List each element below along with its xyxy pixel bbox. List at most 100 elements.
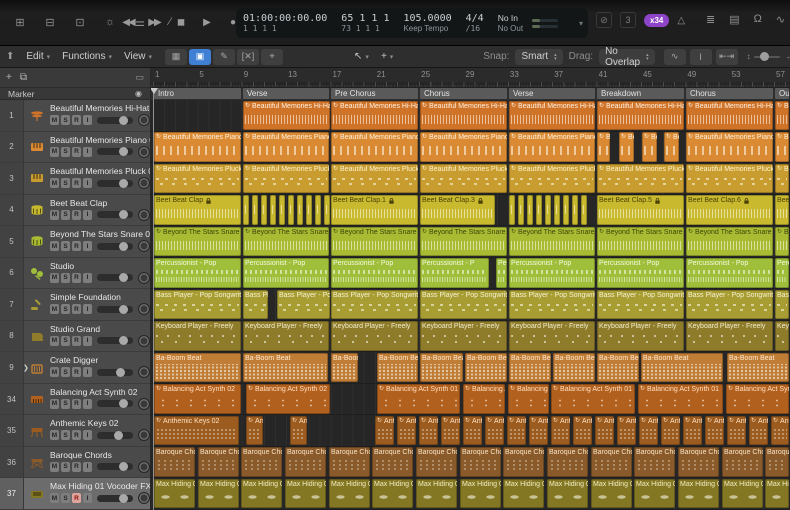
region[interactable]: Baroque Chords <box>460 447 501 477</box>
pan-knob[interactable] <box>138 335 150 347</box>
volume-slider[interactable] <box>97 243 133 250</box>
region[interactable]: Baroque Chords <box>678 447 719 477</box>
track-lane-5[interactable]: ↻Beyond The Stars Snare 01∞↻Beyond The S… <box>151 226 790 258</box>
region[interactable]: ↻Be <box>619 132 634 162</box>
region[interactable]: ↻Anthemic Keys <box>507 416 526 446</box>
record-enable-button[interactable]: R <box>72 430 81 440</box>
region[interactable]: Ba-Boom Beat <box>331 353 358 383</box>
region[interactable]: Bass Player - Pop Songwriter <box>509 290 595 320</box>
region[interactable]: Baroque Chords <box>329 447 370 477</box>
count-in-button[interactable]: 3 <box>620 12 636 28</box>
region[interactable]: Beet Beat Clap.5 <box>597 195 684 225</box>
toggle-inspector-icon[interactable]: ⊟ <box>40 12 60 32</box>
track-header-37[interactable]: 37Max Hiding 01 Vocoder FXMSRI <box>0 478 150 510</box>
region[interactable] <box>563 195 569 225</box>
region[interactable]: Beet Beat Clap.3 <box>420 195 495 225</box>
track-lane-4[interactable]: Beet Beat ClapBeet Beat Clap.1Beet Beat … <box>151 195 790 227</box>
region[interactable]: Max Hiding 01 V <box>591 479 632 509</box>
input-monitor-button[interactable]: I <box>83 462 92 472</box>
region[interactable]: ↻Balancing Act Synth 02 <box>154 384 241 414</box>
region[interactable]: ↻Beautiful Memories Pluck 01.3 <box>775 164 789 194</box>
record-enable-button[interactable]: R <box>72 210 81 220</box>
solo-button[interactable]: S <box>61 493 70 503</box>
region[interactable]: Keyboard Player - Freely <box>243 321 329 351</box>
region[interactable]: Keyboard Player - Freely <box>331 321 418 351</box>
region[interactable] <box>518 195 524 225</box>
mute-button[interactable]: M <box>50 462 59 472</box>
region[interactable]: Ba-Boom Beat <box>154 353 241 383</box>
track-lane-9[interactable]: Ba-Boom BeatBa-Boom BeatBa-Boom BeatBa-B… <box>151 352 790 384</box>
region[interactable]: ↻Beautiful Memories Piano 01 <box>154 132 241 162</box>
mute-button[interactable]: M <box>50 210 59 220</box>
crossfade-tool-button[interactable]: ✎ <box>213 49 235 65</box>
pan-knob[interactable] <box>138 114 150 126</box>
region[interactable] <box>279 195 285 225</box>
region[interactable]: Max Hiding 01 V <box>154 479 195 509</box>
region[interactable] <box>554 195 560 225</box>
input-monitor-button[interactable]: I <box>83 241 92 251</box>
pan-knob[interactable] <box>138 272 150 284</box>
region[interactable]: Max Hiding 01 V <box>678 479 719 509</box>
loop-browser-icon[interactable]: Ω <box>754 13 762 26</box>
track-header-34[interactable]: 34Balancing Act Synth 02MSRI <box>0 384 150 416</box>
marker-verse[interactable]: Verse <box>243 88 329 99</box>
region[interactable]: Ba-Boom Beat <box>420 353 463 383</box>
record-enable-button[interactable]: R <box>72 336 81 346</box>
playhead[interactable] <box>153 88 154 510</box>
region[interactable]: ↻Balancing Act Synth 01 <box>377 384 460 414</box>
region[interactable]: Max Hiding 01 V <box>285 479 326 509</box>
input-monitor-button[interactable]: I <box>83 304 92 314</box>
region[interactable]: Beet Beat Clap.6 <box>686 195 773 225</box>
region[interactable]: Baroque Chords <box>154 447 195 477</box>
region[interactable]: Keyboard Player - Freely <box>775 321 789 351</box>
mute-button[interactable]: M <box>50 147 59 157</box>
region[interactable]: ↻Anthemic Keys <box>551 416 570 446</box>
marker-intro[interactable]: Intro <box>154 88 241 99</box>
region[interactable]: ↻Balancing Act Synth 01 <box>463 384 505 414</box>
region[interactable]: ↻Balancing Act Synth 02 <box>246 384 330 414</box>
region[interactable] <box>261 195 267 225</box>
region[interactable] <box>324 195 330 225</box>
region[interactable]: ↻Anthemic Keys <box>639 416 658 446</box>
marker-options-icon[interactable]: ◉ <box>135 89 142 98</box>
volume-slider[interactable] <box>97 400 133 407</box>
input-monitor-button[interactable]: I <box>83 336 92 346</box>
add-track-button[interactable]: + <box>6 72 12 83</box>
region[interactable]: Max Hiding 01 V <box>198 479 239 509</box>
track-lane-2[interactable]: ↻Beautiful Memories Piano 01 ↻Beautiful M… <box>151 132 790 164</box>
track-lane-34[interactable]: ↻Balancing Act Synth 02↻Balancing Act Sy… <box>151 384 790 416</box>
region[interactable]: ↻Be <box>597 132 610 162</box>
input-monitor-button[interactable]: I <box>83 210 92 220</box>
region[interactable]: Percussionist <box>496 258 507 288</box>
region[interactable]: ↻Anthemic Keys 02 <box>290 416 307 446</box>
region[interactable]: Keyboard Player - Freely <box>420 321 507 351</box>
flex-button[interactable]: ⌖ <box>261 49 283 65</box>
region[interactable]: ↻Beautiful Memories Pluck 02.2 <box>509 164 595 194</box>
track-header-7[interactable]: 7Simple FoundationMSRI <box>0 289 150 321</box>
region[interactable]: Max Hiding 01 V <box>460 479 501 509</box>
region[interactable]: ↻Anthemic Keys <box>375 416 394 446</box>
region[interactable] <box>252 195 258 225</box>
mute-button[interactable]: M <box>50 367 59 377</box>
region[interactable]: ↻Anthemic Keys <box>749 416 768 446</box>
region[interactable]: ↻Beautiful Memories Piano 01.3 <box>775 132 789 162</box>
track-header-36[interactable]: 36Baroque ChordsMSRI <box>0 447 150 479</box>
solo-button[interactable]: S <box>61 462 70 472</box>
region[interactable]: Percussionist - Pop <box>686 258 773 288</box>
region[interactable]: Baroque Chords <box>372 447 413 477</box>
region[interactable]: Max Hiding 01 V <box>722 479 763 509</box>
pan-knob[interactable] <box>138 240 150 252</box>
track-header-3[interactable]: 3Beautiful Memories Pluck 01MSRI <box>0 163 150 195</box>
region[interactable]: ↻Be <box>642 132 657 162</box>
region[interactable]: Keyboard Player - Freely <box>509 321 595 351</box>
region[interactable]: ↻Balancing Act Synth 01 <box>726 384 789 414</box>
record-enable-button[interactable]: R <box>72 178 81 188</box>
solo-button[interactable]: S <box>61 210 70 220</box>
region[interactable]: Ba-Boom Beat <box>597 353 639 383</box>
auto-scroll-button[interactable]: ⬆ <box>0 49 20 65</box>
region[interactable]: ↻Beautiful Memories Pluck 02.1 <box>420 164 507 194</box>
region[interactable] <box>527 195 533 225</box>
region[interactable]: Ba-Boom Beat <box>641 353 723 383</box>
region[interactable]: ↻Be <box>664 132 679 162</box>
track-header-config-button[interactable]: ▭ <box>135 72 144 83</box>
